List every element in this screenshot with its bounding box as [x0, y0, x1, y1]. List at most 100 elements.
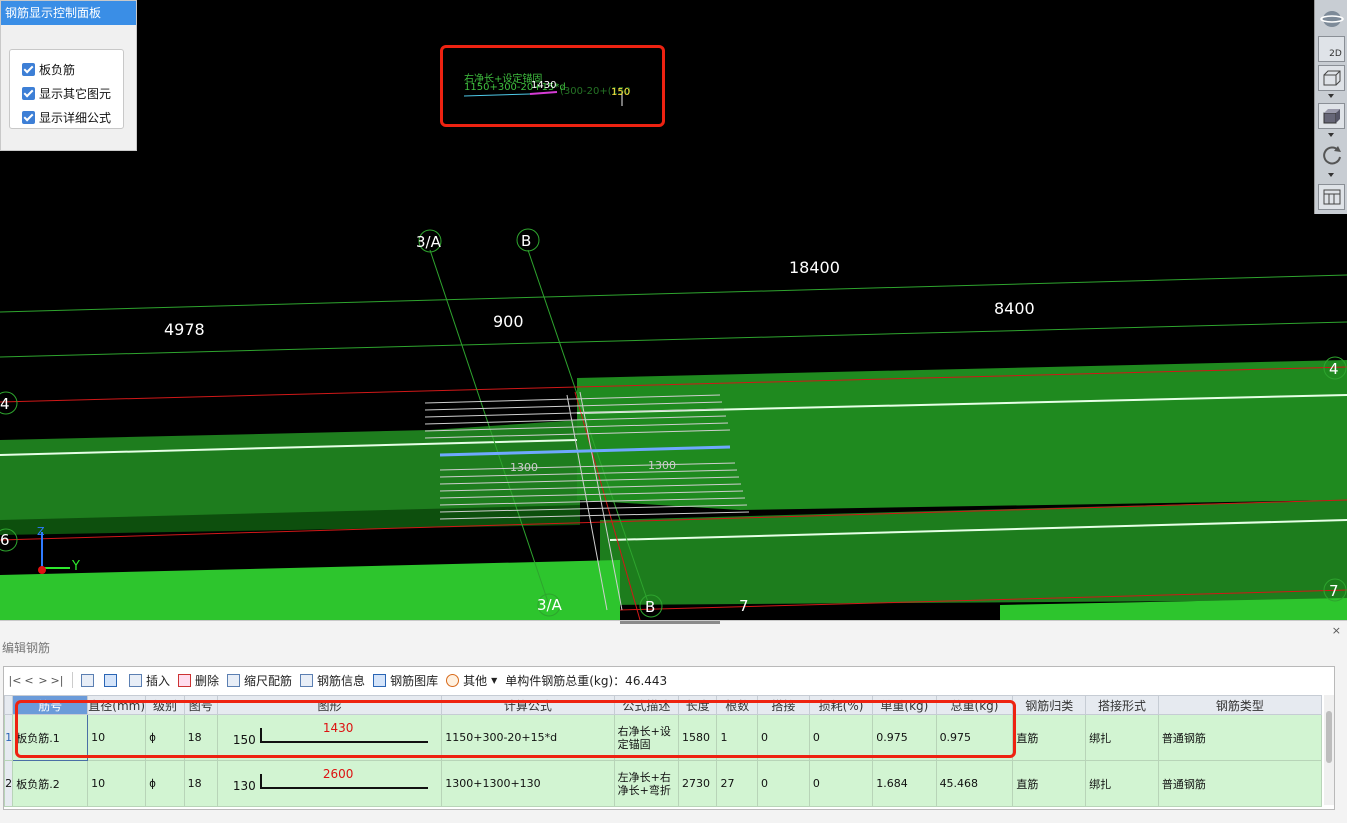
checkbox-icon[interactable]	[22, 110, 35, 124]
option-show-other-elements[interactable]: 显示其它图元	[22, 84, 111, 102]
shape-line	[259, 741, 428, 743]
first-record-button[interactable]: |<	[8, 674, 22, 687]
beam-left-top	[0, 420, 580, 520]
vertical-scrollbar[interactable]	[1324, 695, 1334, 805]
cell-shape[interactable]: 150 1430	[216, 714, 443, 761]
prev-record-button[interactable]: <	[22, 674, 36, 687]
caret-down-icon[interactable]	[1328, 133, 1334, 137]
col-header[interactable]: 公式描述	[613, 695, 680, 715]
cell-name[interactable]: 板负筋.2	[12, 760, 89, 807]
view-2d-icon[interactable]: 2D	[1318, 36, 1345, 62]
table-row[interactable]: 1 板负筋.1 10 ф 18 150 1430 1150+300-20+15*…	[3, 714, 1323, 761]
cell-loss[interactable]: 0	[808, 760, 874, 807]
rebar-library-label: 钢筋图库	[390, 673, 439, 688]
cell-description[interactable]: 左净长+右净长+弯折	[613, 760, 680, 807]
display-settings-icon[interactable]	[1318, 184, 1345, 210]
col-header[interactable]: 钢筋类型	[1157, 695, 1323, 715]
move-down-button[interactable]	[104, 673, 121, 687]
cell-total-weight[interactable]: 45.468	[935, 760, 1014, 807]
shape-line	[259, 787, 428, 789]
col-header[interactable]: 钢筋归类	[1012, 695, 1087, 715]
last-record-button[interactable]: >|	[50, 674, 64, 687]
insert-button[interactable]: 插入	[129, 672, 170, 689]
checkbox-icon[interactable]	[22, 62, 35, 76]
dim-18400: 18400	[789, 258, 840, 277]
other-menu-button[interactable]: 其他 ▼	[446, 672, 497, 689]
delete-label: 删除	[195, 673, 220, 688]
rebar-info-label: 钢筋信息	[317, 673, 366, 688]
scale-rebar-button[interactable]: 缩尺配筋	[227, 672, 292, 689]
cell-category[interactable]: 直筋	[1012, 760, 1087, 807]
caret-down-icon[interactable]	[1328, 94, 1334, 98]
col-header[interactable]: 计算公式	[441, 695, 615, 715]
cell-lap[interactable]: 0	[756, 714, 810, 761]
cell-grade[interactable]: ф	[145, 760, 185, 807]
table-row[interactable]: 2 板负筋.2 10 ф 18 130 2600 1300+1300+130 左…	[3, 760, 1323, 807]
col-header[interactable]: 根数	[716, 695, 758, 715]
3d-scene[interactable]	[0, 0, 1347, 620]
checkbox-icon[interactable]	[22, 86, 35, 100]
splitter-handle[interactable]	[620, 621, 720, 624]
col-header[interactable]: 图号	[183, 695, 218, 715]
cell-figure-no[interactable]: 18	[183, 714, 218, 761]
option-slab-negative-rebar[interactable]: 板负筋	[22, 60, 75, 78]
scrollbar-thumb[interactable]	[1326, 711, 1332, 763]
cell-total-weight[interactable]: 0.975	[935, 714, 1014, 761]
cell-length[interactable]: 2730	[678, 760, 718, 807]
option-show-detailed-formula[interactable]: 显示详细公式	[22, 108, 111, 126]
col-header[interactable]: 级别	[145, 695, 185, 715]
cell-rebar-type[interactable]: 普通钢筋	[1157, 714, 1323, 761]
cell-name[interactable]: 板负筋.1	[12, 714, 89, 761]
cell-category[interactable]: 直筋	[1012, 714, 1087, 761]
cell-length[interactable]: 1580	[678, 714, 718, 761]
cell-count[interactable]: 27	[716, 760, 758, 807]
cell-figure-no[interactable]: 18	[183, 760, 218, 807]
rebar-library-icon	[373, 673, 387, 687]
cell-diameter[interactable]: 10	[87, 714, 147, 761]
rebar-display-control-panel: 钢筋显示控制面板 板负筋 显示其它图元 显示详细公式	[0, 0, 137, 151]
cell-lap-type[interactable]: 绑扎	[1085, 760, 1159, 807]
cell-lap-type[interactable]: 绑扎	[1085, 714, 1159, 761]
orbit-icon[interactable]	[1318, 6, 1345, 32]
col-header[interactable]: 单重(kg)	[872, 695, 937, 715]
cell-lap[interactable]: 0	[756, 760, 810, 807]
cell-rebar-type[interactable]: 普通钢筋	[1157, 760, 1323, 807]
rotate-icon[interactable]	[1318, 142, 1345, 168]
close-icon[interactable]: ×	[1332, 624, 1341, 637]
col-header[interactable]: 筋号	[12, 695, 89, 715]
cell-shape[interactable]: 130 2600	[216, 760, 443, 807]
cell-count[interactable]: 1	[716, 714, 758, 761]
cell-formula[interactable]: 1300+1300+130	[441, 760, 615, 807]
col-header[interactable]: 总重(kg)	[935, 695, 1014, 715]
axis-z-label: Z	[37, 525, 45, 538]
col-header[interactable]: 直径(mm)	[87, 695, 147, 715]
formula-end-value: 150	[611, 87, 631, 98]
rebar-info-button[interactable]: 钢筋信息	[300, 672, 365, 689]
delete-button[interactable]: 删除	[178, 672, 219, 689]
slab-bottom-left	[0, 560, 620, 620]
view-3d-box-icon[interactable]	[1318, 65, 1345, 91]
col-header[interactable]: 损耗(%)	[808, 695, 874, 715]
rebar-library-button[interactable]: 钢筋图库	[373, 672, 438, 689]
col-header[interactable]: 图形	[216, 695, 443, 715]
view-2d-label: 2D	[1329, 49, 1342, 59]
view-cube-icon[interactable]	[1318, 103, 1345, 129]
cell-grade[interactable]: ф	[145, 714, 185, 761]
col-header[interactable]: 搭接	[756, 695, 810, 715]
cell-unit-weight[interactable]: 0.975	[872, 714, 937, 761]
cell-description[interactable]: 右净长+设定锚固	[613, 714, 680, 761]
col-header[interactable]: 长度	[678, 695, 718, 715]
row-number: 2	[3, 760, 14, 807]
cell-formula[interactable]: 1150+300-20+15*d	[441, 714, 615, 761]
next-record-button[interactable]: >	[36, 674, 50, 687]
caret-down-icon[interactable]	[1328, 173, 1334, 177]
beam-right-lower	[600, 500, 1347, 605]
option-label: 显示其它图元	[39, 86, 112, 101]
cell-diameter[interactable]: 10	[87, 760, 147, 807]
axis-label-7-right: 7	[1329, 582, 1339, 600]
3d-viewport[interactable]: 18400 4978 900 8400 3/A B 4 6 3/A B 7 4 …	[0, 0, 1347, 620]
cell-loss[interactable]: 0	[808, 714, 874, 761]
cell-unit-weight[interactable]: 1.684	[872, 760, 937, 807]
move-up-button[interactable]	[81, 673, 98, 687]
col-header[interactable]: 搭接形式	[1085, 695, 1159, 715]
